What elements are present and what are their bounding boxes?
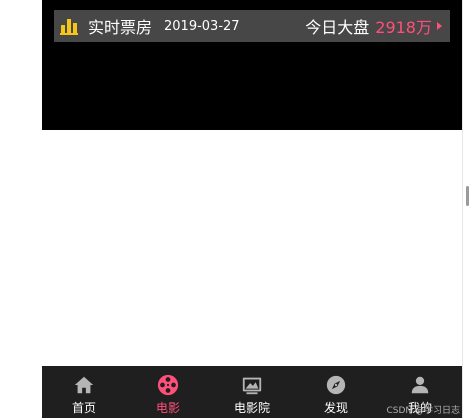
realtime-boxoffice-bar[interactable]: 实时票房 2019-03-27 今日大盘 2918万 <box>54 10 450 42</box>
film-reel-icon <box>157 374 179 396</box>
tab-discover[interactable]: 发现 <box>294 366 378 418</box>
top-banner-area: 实时票房 2019-03-27 今日大盘 2918万 <box>42 0 462 130</box>
caret-right-icon <box>437 22 442 30</box>
tab-label: 发现 <box>323 401 348 415</box>
scrollbar-thumb[interactable] <box>466 186 469 206</box>
watermark-text: CSDN @学习日志 <box>386 406 460 416</box>
boxoffice-title: 实时票房 <box>88 18 153 37</box>
cinema-screen-icon <box>242 377 262 395</box>
home-icon <box>74 376 94 394</box>
tab-home[interactable]: 首页 <box>42 366 126 418</box>
tab-label: 电影院 <box>233 401 270 415</box>
left-gutter <box>0 0 42 418</box>
today-total-label: 今日大盘 <box>305 18 370 37</box>
tab-cinemas[interactable]: 电影院 <box>210 366 294 418</box>
user-icon <box>411 376 429 394</box>
tab-label: 首页 <box>71 401 96 415</box>
tab-movies[interactable]: 电影 <box>126 366 210 418</box>
bar-chart-icon <box>60 17 78 35</box>
right-gutter <box>462 0 474 418</box>
boxoffice-date: 2019-03-27 <box>164 18 240 34</box>
mobile-app-view: 实时票房 2019-03-27 今日大盘 2918万 首页 电影 电影院 发现 … <box>42 0 462 418</box>
compass-icon <box>326 375 346 395</box>
today-total-value: 2918万 <box>375 18 432 37</box>
tab-label: 电影 <box>155 401 180 415</box>
